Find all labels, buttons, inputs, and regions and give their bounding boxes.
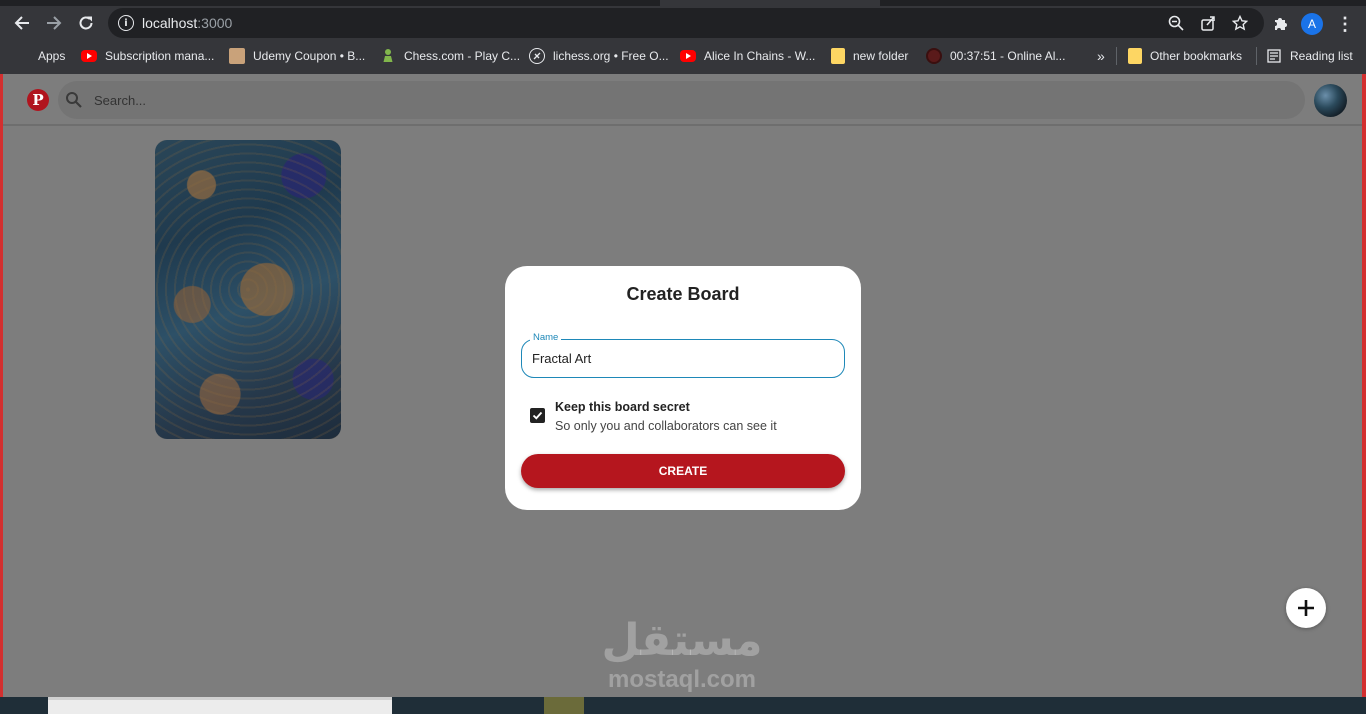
board-name-input[interactable] <box>532 349 832 367</box>
bookmark-label: Subscription mana... <box>105 49 215 63</box>
address-url[interactable]: localhost:3000 <box>142 15 232 31</box>
bookmark-separator <box>1256 47 1257 65</box>
bookmark-chess[interactable]: Chess.com - Play C... <box>380 46 520 66</box>
bookmark-apps[interactable]: Apps <box>14 46 65 66</box>
secret-checkbox-description: So only you and collaborators can see it <box>555 419 777 433</box>
search-icon <box>65 91 83 109</box>
board-name-field[interactable]: Name <box>521 332 845 378</box>
reload-icon[interactable] <box>72 9 100 37</box>
reading-list-button[interactable]: Reading list <box>1266 46 1353 66</box>
window-border <box>0 74 3 714</box>
secret-checkbox[interactable] <box>530 408 545 423</box>
bookmark-label: new folder <box>853 49 909 63</box>
reading-list-icon <box>1266 48 1282 64</box>
site-info-icon[interactable]: i <box>118 15 134 31</box>
bookmark-new-folder[interactable]: new folder <box>831 46 908 66</box>
lichess-icon <box>529 48 545 64</box>
bookmark-alice-in-chains[interactable]: Alice In Chains - W... <box>680 46 815 66</box>
extensions-puzzle-icon[interactable] <box>1270 14 1290 34</box>
bookmark-star-icon[interactable] <box>1230 13 1250 33</box>
share-icon[interactable] <box>1198 13 1218 33</box>
taskbar-strip <box>0 697 1366 714</box>
dialog-title: Create Board <box>626 284 740 304</box>
clock-icon <box>926 48 942 64</box>
back-arrow-icon[interactable] <box>8 9 36 37</box>
pin-image-card[interactable] <box>155 140 341 439</box>
more-bookmarks-label: » <box>1097 48 1105 64</box>
profile-avatar[interactable]: A <box>1301 13 1323 35</box>
zoom-icon[interactable] <box>1166 13 1186 33</box>
bookmark-separator <box>1116 47 1117 65</box>
bookmark-label: lichess.org • Free O... <box>553 49 669 63</box>
bookmark-udemy[interactable]: Udemy Coupon • B... <box>229 46 365 66</box>
youtube-icon <box>81 50 97 62</box>
apps-grid-icon <box>14 48 30 64</box>
plus-icon <box>1298 600 1314 616</box>
navigation-bar: i localhost:3000 A ⋮ <box>0 6 1366 40</box>
chess-pawn-icon <box>380 48 396 64</box>
window-border <box>1362 74 1366 714</box>
bookmark-online-alarm[interactable]: 00:37:51 - Online Al... <box>926 46 1065 66</box>
watermark-arabic: مستقل <box>601 615 763 666</box>
add-pin-button[interactable] <box>1286 588 1326 628</box>
browser-menu-icon[interactable]: ⋮ <box>1336 13 1354 35</box>
checkmark-icon <box>532 411 543 420</box>
profile-initial: A <box>1307 17 1316 31</box>
bookmark-label: Chess.com - Play C... <box>404 49 521 63</box>
udemy-icon <box>229 48 245 64</box>
secret-checkbox-label: Keep this board secret <box>555 400 690 414</box>
create-board-dialog: Create Board Name Keep this board secret… <box>505 266 861 510</box>
bookmark-lichess[interactable]: lichess.org • Free O... <box>529 46 669 66</box>
bookmark-label: Udemy Coupon • B... <box>253 49 366 63</box>
forward-arrow-icon[interactable] <box>40 9 68 37</box>
folder-icon <box>1128 48 1142 64</box>
bookmark-other-bookmarks[interactable]: Other bookmarks <box>1128 46 1242 66</box>
folder-icon <box>831 48 845 64</box>
youtube-icon <box>680 50 696 62</box>
user-avatar[interactable] <box>1314 84 1347 117</box>
bookmark-label: Reading list <box>1290 49 1353 63</box>
search-input[interactable] <box>94 89 1274 111</box>
bookmark-label: Alice In Chains - W... <box>704 49 816 63</box>
bookmark-label: Other bookmarks <box>1150 49 1243 63</box>
taskbar-item <box>544 697 584 714</box>
more-bookmarks-button[interactable]: » <box>1097 46 1105 66</box>
watermark: مستقل mostaql.com <box>592 616 772 698</box>
bookmarks-bar: Apps Subscription mana... Udemy Coupon •… <box>0 42 1366 70</box>
address-bar[interactable]: i localhost:3000 <box>108 8 1264 38</box>
pinterest-logo-icon[interactable]: P <box>27 89 49 111</box>
taskbar-item <box>48 700 392 714</box>
create-button[interactable]: CREATE <box>521 454 845 488</box>
watermark-latin: mostaql.com <box>607 666 757 693</box>
bookmark-label: Apps <box>38 49 66 63</box>
bookmark-subscription[interactable]: Subscription mana... <box>81 46 214 66</box>
board-name-label: Name <box>530 332 562 344</box>
bookmark-label: 00:37:51 - Online Al... <box>950 49 1066 63</box>
